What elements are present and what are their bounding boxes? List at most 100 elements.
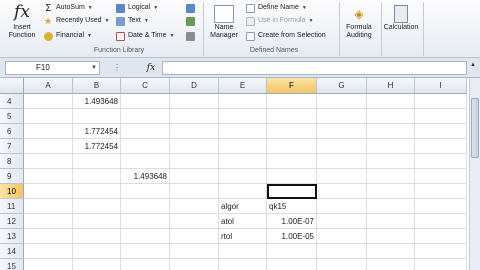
date-time-button[interactable]: Date & Time ▼ <box>116 30 174 42</box>
cell-h13[interactable] <box>367 229 415 244</box>
cell-d4[interactable] <box>170 94 219 109</box>
cell-h7[interactable] <box>367 139 415 154</box>
text-button[interactable]: Text ▼ <box>116 15 149 27</box>
cell-f13[interactable]: 1.00E-05 <box>267 229 317 244</box>
cell-a8[interactable] <box>24 154 73 169</box>
cell-e7[interactable] <box>219 139 267 154</box>
cell-b14[interactable] <box>73 244 121 259</box>
cell-c13[interactable] <box>121 229 170 244</box>
cell-g8[interactable] <box>317 154 367 169</box>
column-header-i[interactable]: I <box>415 78 467 94</box>
define-name-button[interactable]: Define Name ▼ <box>246 2 307 14</box>
autosum-button[interactable]: Σ AutoSum ▼ <box>44 2 92 14</box>
cell-a5[interactable] <box>24 109 73 124</box>
cell-a7[interactable] <box>24 139 73 154</box>
cell-a12[interactable] <box>24 214 73 229</box>
cell-e11[interactable]: algor <box>219 199 267 214</box>
cell-b11[interactable] <box>73 199 121 214</box>
column-header-c[interactable]: C <box>121 78 170 94</box>
cell-h8[interactable] <box>367 154 415 169</box>
cell-f15[interactable] <box>267 259 317 270</box>
cell-e14[interactable] <box>219 244 267 259</box>
cell-b9[interactable] <box>73 169 121 184</box>
cell-f4[interactable] <box>267 94 317 109</box>
more-functions-button[interactable] <box>186 30 198 42</box>
recently-used-button[interactable]: ★ Recently Used ▼ <box>44 15 109 27</box>
cell-g14[interactable] <box>317 244 367 259</box>
name-box[interactable]: F10 ▼ <box>5 61 100 75</box>
column-header-e[interactable]: E <box>219 78 267 94</box>
column-header-d[interactable]: D <box>170 78 219 94</box>
cell-h5[interactable] <box>367 109 415 124</box>
formula-input[interactable] <box>162 61 467 75</box>
formula-auditing-button[interactable]: ◈ Formula Auditing <box>341 1 377 40</box>
cell-h6[interactable] <box>367 124 415 139</box>
row-header-7[interactable]: 7 <box>0 139 24 154</box>
row-header-14[interactable]: 14 <box>0 244 24 259</box>
vertical-scrollbar[interactable] <box>469 78 480 270</box>
cell-c14[interactable] <box>121 244 170 259</box>
cell-g7[interactable] <box>317 139 367 154</box>
column-header-b[interactable]: B <box>73 78 121 94</box>
row-header-15[interactable]: 15 <box>0 259 24 270</box>
cell-b6[interactable]: 1.772454 <box>73 124 121 139</box>
row-header-6[interactable]: 6 <box>0 124 24 139</box>
cell-i14[interactable] <box>415 244 467 259</box>
use-in-formula-button[interactable]: Use in Formula ▼ <box>246 15 313 27</box>
cell-e4[interactable] <box>219 94 267 109</box>
column-header-h[interactable]: H <box>367 78 415 94</box>
cell-f9[interactable] <box>267 169 317 184</box>
cell-c15[interactable] <box>121 259 170 270</box>
cell-i12[interactable] <box>415 214 467 229</box>
cell-f11[interactable]: qk15 <box>267 199 317 214</box>
cell-h14[interactable] <box>367 244 415 259</box>
cell-i4[interactable] <box>415 94 467 109</box>
cell-a4[interactable] <box>24 94 73 109</box>
cell-i6[interactable] <box>415 124 467 139</box>
cell-c10[interactable] <box>121 184 170 199</box>
insert-function-button[interactable]: fx Insert Function <box>4 1 40 40</box>
cell-c12[interactable] <box>121 214 170 229</box>
cell-a11[interactable] <box>24 199 73 214</box>
cell-d7[interactable] <box>170 139 219 154</box>
cell-g4[interactable] <box>317 94 367 109</box>
cell-h4[interactable] <box>367 94 415 109</box>
row-header-4[interactable]: 4 <box>0 94 24 109</box>
row-header-10[interactable]: 10 <box>0 184 24 199</box>
cell-e8[interactable] <box>219 154 267 169</box>
insert-function-fx-button[interactable]: fx <box>140 61 162 75</box>
column-header-a[interactable]: A <box>24 78 73 94</box>
cell-d6[interactable] <box>170 124 219 139</box>
cell-f10[interactable] <box>267 184 317 199</box>
cell-g11[interactable] <box>317 199 367 214</box>
cell-i10[interactable] <box>415 184 467 199</box>
cell-e12[interactable]: atol <box>219 214 267 229</box>
cell-g6[interactable] <box>317 124 367 139</box>
cell-c4[interactable] <box>121 94 170 109</box>
row-header-5[interactable]: 5 <box>0 109 24 124</box>
cell-h9[interactable] <box>367 169 415 184</box>
cell-f5[interactable] <box>267 109 317 124</box>
cell-e15[interactable] <box>219 259 267 270</box>
logical-button[interactable]: Logical ▼ <box>116 2 158 14</box>
cell-g10[interactable] <box>317 184 367 199</box>
row-header-8[interactable]: 8 <box>0 154 24 169</box>
cell-i13[interactable] <box>415 229 467 244</box>
worksheet-grid[interactable]: A B C D E F G H I 4 1.493648 5 6 1.772454 7 1.772454 8 9 1… <box>0 78 480 270</box>
resize-handle-icon[interactable]: ⋮ <box>113 63 121 72</box>
cell-e6[interactable] <box>219 124 267 139</box>
column-header-f[interactable]: F <box>267 78 317 94</box>
cell-b5[interactable] <box>73 109 121 124</box>
cell-b15[interactable] <box>73 259 121 270</box>
cell-h11[interactable] <box>367 199 415 214</box>
cell-i11[interactable] <box>415 199 467 214</box>
cell-d8[interactable] <box>170 154 219 169</box>
cell-c6[interactable] <box>121 124 170 139</box>
cell-c8[interactable] <box>121 154 170 169</box>
cell-e13[interactable]: rtol <box>219 229 267 244</box>
cell-g15[interactable] <box>317 259 367 270</box>
cell-b10[interactable] <box>73 184 121 199</box>
cell-b4[interactable]: 1.493648 <box>73 94 121 109</box>
column-header-g[interactable]: G <box>317 78 367 94</box>
cell-h12[interactable] <box>367 214 415 229</box>
